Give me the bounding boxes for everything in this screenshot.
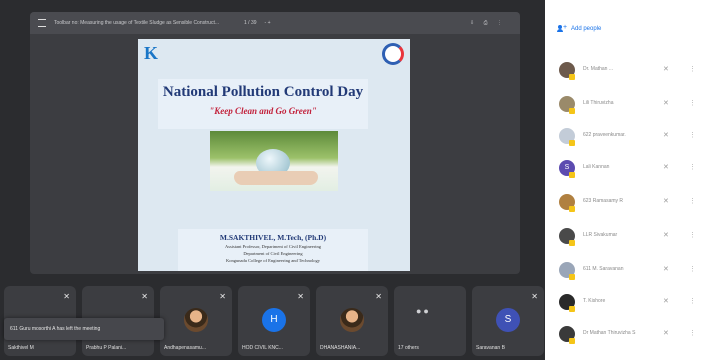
speaker-box: M.SAKTHIVEL, M.Tech, (Ph.D) Assistant Pr… (178, 229, 368, 271)
more-vert-icon[interactable]: ⋮ (689, 231, 696, 239)
badge (569, 306, 575, 312)
hand (234, 171, 318, 185)
participant-row[interactable]: Dr Mathan Thiruvizha S ✕ ⋮ (559, 326, 709, 346)
mic-off-icon: ✕ (375, 292, 382, 301)
mic-off-icon[interactable]: ✕ (663, 265, 669, 273)
notification-toast: 611 Guru mosorthi A has left the meeting (4, 318, 164, 340)
badge (569, 206, 575, 212)
document-title: Toolbar no: Measuring the usage of Texti… (54, 20, 220, 26)
mic-off-icon: ✕ (141, 292, 148, 301)
mic-off-icon[interactable]: ✕ (663, 197, 669, 205)
participant-name: HOD CIVIL KNC... (242, 345, 283, 351)
more-vert-icon[interactable]: ⋮ (689, 99, 696, 107)
more-vert-icon[interactable]: ⋮ (689, 163, 696, 171)
participant-name: Sakthivel M (8, 345, 34, 351)
mic-off-icon: ✕ (297, 292, 304, 301)
badge (569, 108, 575, 114)
add-people-button[interactable]: + Add people (557, 24, 602, 33)
participant-name: Dr. Mathan ... (583, 66, 614, 72)
participant-name: T. Kishore (583, 298, 606, 304)
avatar: H (262, 308, 286, 332)
participant-name: LLR Sivakumar (583, 232, 618, 238)
participant-name: 17 others (398, 345, 419, 351)
mic-off-icon[interactable]: ✕ (663, 231, 669, 239)
emblem-logo (382, 43, 404, 65)
mic-off-icon[interactable]: ✕ (663, 99, 669, 107)
participant-name: 611 M. Saravanan (583, 266, 624, 272)
badge (569, 338, 575, 344)
mic-off-icon[interactable]: ✕ (663, 131, 669, 139)
participant-row[interactable]: Lili Thiruvizha ✕ ⋮ (559, 96, 709, 116)
mic-off-icon[interactable]: ✕ (663, 163, 669, 171)
participant-tile[interactable]: ✕ Andhapenasamu... (160, 286, 232, 356)
meeting-stage: Toolbar no: Measuring the usage of Texti… (0, 0, 545, 360)
mic-off-icon[interactable]: ✕ (663, 297, 669, 305)
slide: K National Pollution Control Day "Keep C… (138, 39, 410, 271)
mic-off-icon: ✕ (63, 292, 70, 301)
participant-name: Prabhu P Palani... (86, 345, 127, 351)
participant-name: Lali Kannan (583, 164, 610, 170)
participant-row[interactable]: 611 M. Saravanan ✕ ⋮ (559, 262, 709, 282)
more-vert-icon[interactable]: ⋮ (689, 197, 696, 205)
slide-subtitle: "Keep Clean and Go Green" (209, 106, 317, 116)
more-vert-icon[interactable]: ⋮ (689, 131, 696, 139)
badge (569, 140, 575, 146)
participant-name: Saravanan B (476, 345, 505, 351)
speaker-line: Assistant Professor, Department of Civil… (224, 244, 322, 249)
more-vert-icon[interactable]: ⋮ (689, 265, 696, 273)
participant-tile[interactable]: ✕ DHANASHANIA... (316, 286, 388, 356)
badge (569, 172, 575, 178)
badge (569, 74, 575, 80)
participant-row[interactable]: S Lali Kannan ✕ ⋮ (559, 160, 709, 180)
avatar (184, 308, 208, 332)
college-logo: K (144, 43, 159, 63)
more-vert-icon[interactable]: ⋮ (689, 329, 696, 337)
participant-row[interactable]: 622 praveenkumar. ✕ ⋮ (559, 128, 709, 148)
presentation-panel: Toolbar no: Measuring the usage of Texti… (30, 12, 520, 274)
participant-tile[interactable]: ●● 17 others (394, 286, 466, 356)
participant-tile[interactable]: S ✕ Saravanan B (472, 286, 544, 356)
page-indicator: 1 / 39 (244, 20, 257, 26)
participant-row[interactable]: T. Kishore ✕ ⋮ (559, 294, 709, 314)
avatar: S (496, 308, 520, 332)
more-vert-icon[interactable]: ⋮ (689, 297, 696, 305)
speaker-line: Department of Civil Engineering (243, 251, 303, 256)
participant-name: Lili Thiruvizha (583, 100, 614, 106)
toolbar-actions[interactable]: ⇩ ⎙ ⋮ (470, 20, 506, 26)
zoom-controls[interactable]: - + (265, 20, 271, 26)
more-vert-icon[interactable]: ⋮ (689, 65, 696, 73)
people-panel: + Add people Dr. Mathan ... ✕ ⋮ Lili Thir… (545, 0, 713, 360)
others-avatars: ●● (416, 306, 431, 316)
avatar (340, 308, 364, 332)
pdf-toolbar: Toolbar no: Measuring the usage of Texti… (30, 12, 520, 34)
participant-name: 622 praveenkumar. (583, 132, 626, 138)
person-add-icon: + (557, 24, 567, 33)
speaker-name: M.SAKTHIVEL, M.Tech, (Ph.D) (219, 233, 327, 242)
participant-name: 623 Ramasamy R (583, 198, 624, 204)
menu-icon[interactable] (38, 19, 46, 27)
add-people-label: Add people (571, 26, 602, 32)
participant-name: DHANASHANIA... (320, 345, 361, 351)
speaker-line: Kongunadu College of Engineering and Tec… (226, 258, 320, 263)
badge (569, 240, 575, 246)
participant-row[interactable]: LLR Sivakumar ✕ ⋮ (559, 228, 709, 248)
badge (569, 274, 575, 280)
mic-off-icon[interactable]: ✕ (663, 65, 669, 73)
participant-row[interactable]: Dr. Mathan ... ✕ ⋮ (559, 62, 709, 82)
mic-off-icon: ✕ (219, 292, 226, 301)
participant-row[interactable]: 623 Ramasamy R ✕ ⋮ (559, 194, 709, 214)
participant-name: Andhapenasamu... (164, 345, 206, 351)
slide-title: National Pollution Control Day (162, 84, 364, 100)
slide-image (210, 131, 338, 191)
participant-name: Dr Mathan Thiruvizha S (583, 330, 636, 336)
slide-title-box: National Pollution Control Day "Keep Cle… (158, 79, 368, 129)
mic-off-icon[interactable]: ✕ (663, 329, 669, 337)
mic-off-icon: ✕ (531, 292, 538, 301)
participant-tile[interactable]: H ✕ HOD CIVIL KNC... (238, 286, 310, 356)
